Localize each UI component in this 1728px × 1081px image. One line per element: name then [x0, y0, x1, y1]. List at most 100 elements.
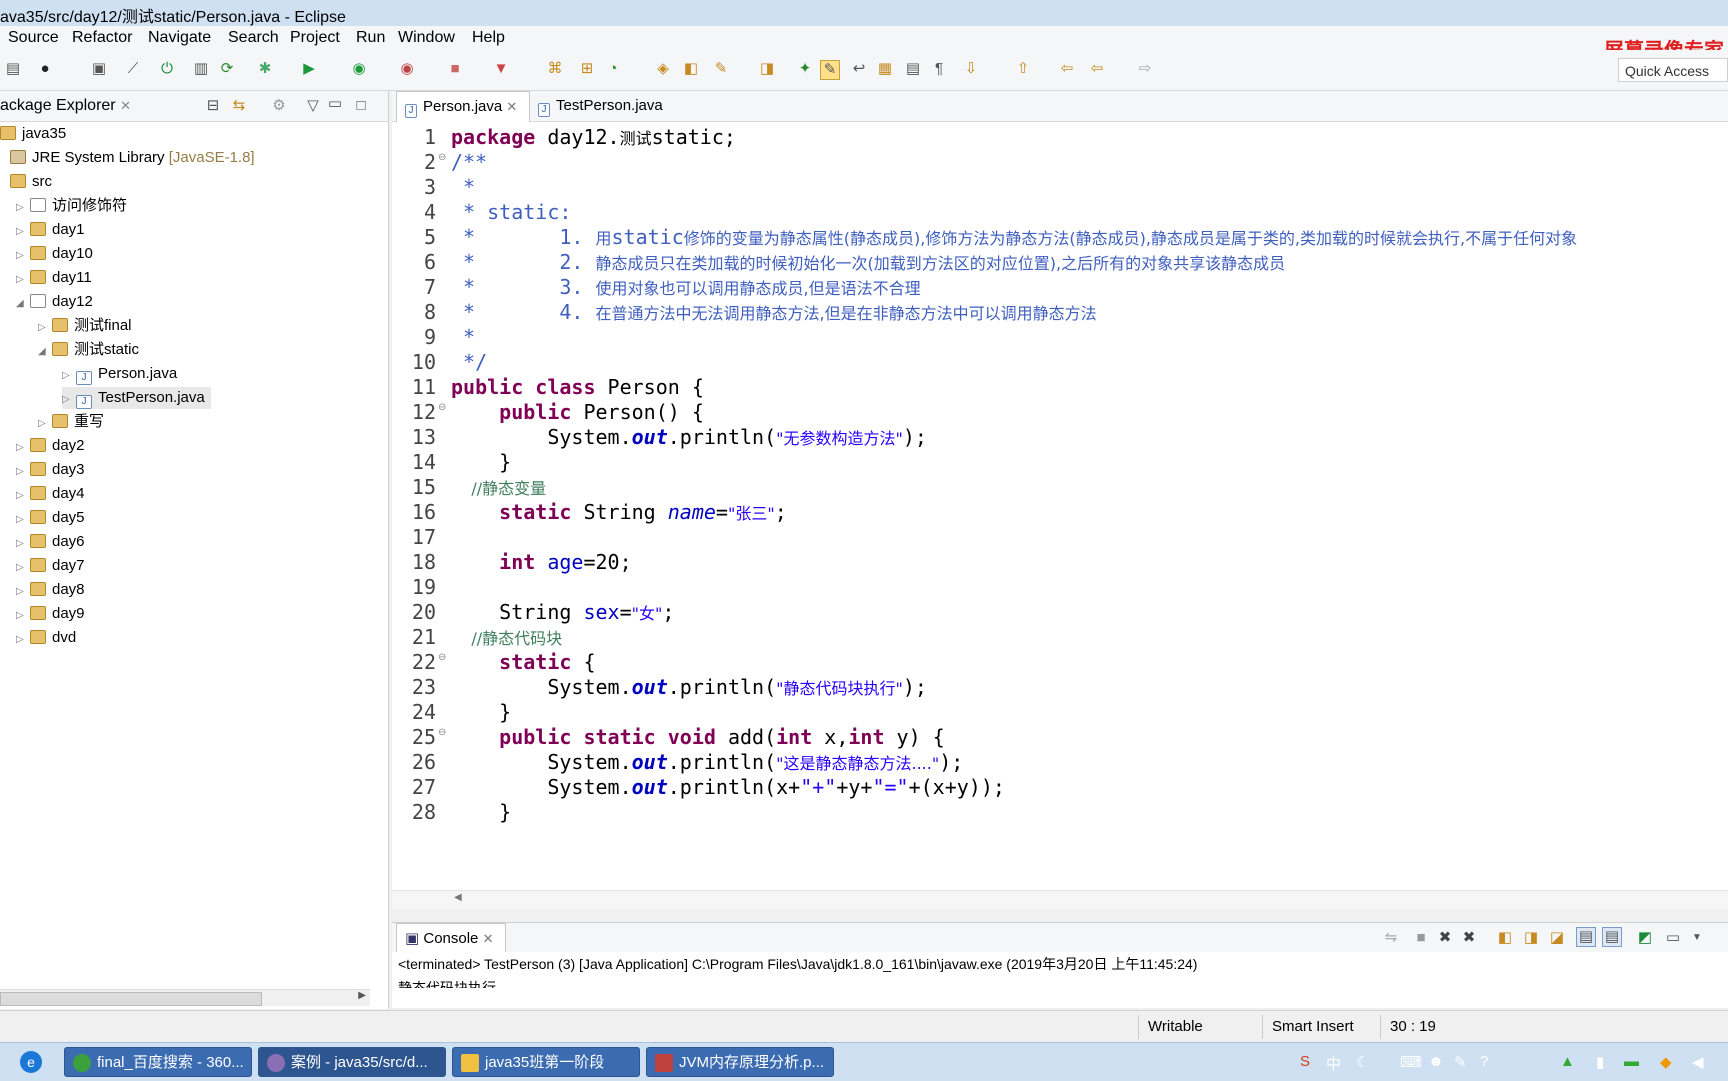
scroll-lock-icon[interactable]: ◨ [1522, 929, 1540, 947]
annotation-icon[interactable]: ✦ [796, 60, 814, 78]
fold-icon[interactable]: ⊖ [438, 402, 446, 413]
wrench-icon[interactable]: ✎ [1454, 1053, 1467, 1071]
keyboard-icon[interactable]: ⌨ [1400, 1053, 1422, 1071]
save-all-icon[interactable]: ▤ [4, 60, 22, 78]
skip-breakpoints-icon[interactable]: ⟋ [124, 60, 142, 78]
chevron-down-icon[interactable]: ▽ [304, 97, 322, 115]
tree-item-file[interactable]: ▷ J TestPerson.java [62, 387, 211, 409]
help-icon[interactable]: ? [1480, 1053, 1488, 1070]
fold-icon[interactable]: ⊖ [438, 652, 446, 663]
stop-icon[interactable]: ■ [446, 60, 464, 78]
menu-source[interactable]: Source [8, 29, 59, 47]
collapse-all-icon[interactable]: ⊟ [204, 97, 222, 115]
tree-item-src[interactable]: src [10, 171, 52, 193]
taskbar-item-folder[interactable]: java35班第一阶段 [452, 1047, 640, 1077]
tree-item-package[interactable]: ▷ day9 [16, 603, 85, 625]
tree-item-package[interactable]: ▷ 测试final [38, 315, 132, 337]
battery-icon[interactable]: ▬ [1624, 1053, 1639, 1070]
network-icon[interactable]: ▲ [1560, 1053, 1575, 1070]
security-icon[interactable]: ◆ [1660, 1053, 1672, 1071]
taskbar-item-document[interactable]: JVM内存原理分析.p... [646, 1047, 834, 1077]
remove-launch-icon[interactable]: ✖ [1436, 929, 1454, 947]
scrollbar-thumb[interactable] [0, 992, 262, 1006]
user-icon[interactable]: ☻ [1428, 1053, 1444, 1070]
tree-item-package[interactable]: ▷ day10 [16, 243, 93, 265]
tree-item-package[interactable]: ▷ day3 [16, 459, 85, 481]
debug-icon[interactable]: ✱ [256, 60, 274, 78]
menu-project[interactable]: Project [290, 29, 340, 47]
console-output[interactable]: <terminated> TestPerson (3) [Java Applic… [392, 952, 1728, 1008]
tab-console[interactable]: ▣ Console ✕ [396, 923, 506, 953]
new-package-icon[interactable]: ⊞ [578, 60, 596, 78]
external-tools-icon[interactable]: ◉ [398, 60, 416, 78]
show-stdout-icon[interactable]: ▤ [1576, 927, 1596, 947]
menu-help[interactable]: Help [472, 29, 505, 47]
tree-item-package[interactable]: ▷ day11 [16, 267, 92, 289]
tree-item-package[interactable]: ▷ dvd [16, 627, 76, 649]
browser-icon[interactable]: e [20, 1051, 42, 1073]
pin-icon[interactable]: ⇋ [1382, 929, 1400, 947]
tree-item-package[interactable]: ▷ day7 [16, 555, 85, 577]
package-explorer-title[interactable]: ackage Explorer ✕ [0, 97, 131, 115]
prev-annotation-icon[interactable]: ⇧ [1014, 60, 1032, 78]
volume-icon[interactable]: ◀ [1692, 1053, 1704, 1071]
open-type-icon[interactable]: ◈ [654, 60, 672, 78]
remove-all-icon[interactable]: ✖ [1460, 929, 1478, 947]
quick-access-field[interactable]: Quick Access [1618, 58, 1728, 82]
tree-item-package[interactable]: ▷ day8 [16, 579, 85, 601]
mark-occurrences-icon[interactable]: ✎ [820, 60, 840, 80]
terminal-icon[interactable]: ▣ [90, 60, 108, 78]
taskbar-item-browser[interactable]: final_百度搜索 - 360... [64, 1047, 252, 1077]
fold-icon[interactable]: ⊖ [438, 727, 446, 738]
tab-person-java[interactable]: J Person.java ✕ [396, 91, 530, 122]
run-icon[interactable]: ▶ [300, 60, 318, 78]
word-wrap-icon[interactable]: ↩ [850, 60, 868, 78]
tree-item-package[interactable]: ▷ 重写 [38, 411, 104, 433]
tree-item-package[interactable]: ▷ day2 [16, 435, 85, 457]
menu-run[interactable]: Run [356, 29, 385, 47]
code-editor[interactable]: 1 2 3 4 5 6 7 8 9 10 11 12 13 14 15 16 1… [392, 122, 1728, 890]
forward-icon[interactable]: ⇨ [1136, 60, 1154, 78]
minimize-icon[interactable]: ▭ [326, 95, 344, 113]
tree-item-package[interactable]: ▷ 访问修饰符 [16, 195, 127, 217]
display-console-icon[interactable]: ▭ [1664, 929, 1682, 947]
last-edit-icon[interactable]: ⇦ [1058, 60, 1076, 78]
view-menu-icon[interactable]: ⚙ [270, 97, 288, 115]
coverage-icon[interactable]: ◉ [350, 60, 368, 78]
chevron-down-icon[interactable]: ▼ [1688, 929, 1706, 947]
taskbar-item-eclipse[interactable]: 案例 - java35/src/d... [258, 1047, 446, 1077]
tree-item-file[interactable]: ▷ J Person.java [62, 363, 177, 385]
new-java-project-icon[interactable]: ⌘ [546, 60, 564, 78]
tree-item-package[interactable]: ▷ day5 [16, 507, 85, 529]
tree-item-package[interactable]: ◢ 测试static [38, 339, 139, 361]
next-annotation-icon[interactable]: ⇩ [962, 60, 980, 78]
link-editor-icon[interactable]: ⇆ [230, 97, 248, 115]
block-selection-icon[interactable]: ▦ [876, 60, 894, 78]
tree-item-package[interactable]: ▷ day4 [16, 483, 85, 505]
scroll-right-icon[interactable]: ▶ [358, 990, 366, 1001]
show-whitespace-icon[interactable]: ▤ [904, 60, 922, 78]
open-folder-icon[interactable]: ◧ [682, 60, 700, 78]
moon-icon[interactable]: ☾ [1356, 1053, 1369, 1071]
horizontal-scrollbar[interactable]: ▶ [0, 989, 370, 1006]
menu-window[interactable]: Window [398, 29, 455, 47]
refresh-icon[interactable]: ⟳ [218, 60, 236, 78]
editor-horizontal-scrollbar[interactable]: ◀ [392, 890, 1728, 909]
toggle-view-icon[interactable]: ▥ [192, 60, 210, 78]
power-icon[interactable]: ⏻ [158, 60, 176, 78]
tree-item-project[interactable]: java35 [0, 123, 66, 145]
scroll-left-icon[interactable]: ◀ [454, 892, 462, 903]
terminate-icon[interactable]: ■ [1412, 929, 1430, 947]
close-icon[interactable]: ✕ [483, 931, 494, 946]
close-icon[interactable]: ✕ [506, 99, 517, 114]
input-method-icon[interactable]: S [1300, 1053, 1310, 1070]
word-wrap-icon[interactable]: ◪ [1548, 929, 1566, 947]
back-icon[interactable]: ⇦ [1088, 60, 1106, 78]
tree-item-package[interactable]: ◢ day12 [16, 291, 93, 313]
server-icon[interactable]: ▼ [492, 60, 510, 78]
open-task-icon[interactable]: ◨ [758, 60, 776, 78]
pilcrow-icon[interactable]: ¶ [930, 60, 948, 78]
tree-item-package[interactable]: ▷ day6 [16, 531, 85, 553]
tree-item-jre[interactable]: JRE System Library [JavaSE-1.8] [10, 147, 255, 169]
search-icon[interactable]: ✎ [712, 60, 730, 78]
